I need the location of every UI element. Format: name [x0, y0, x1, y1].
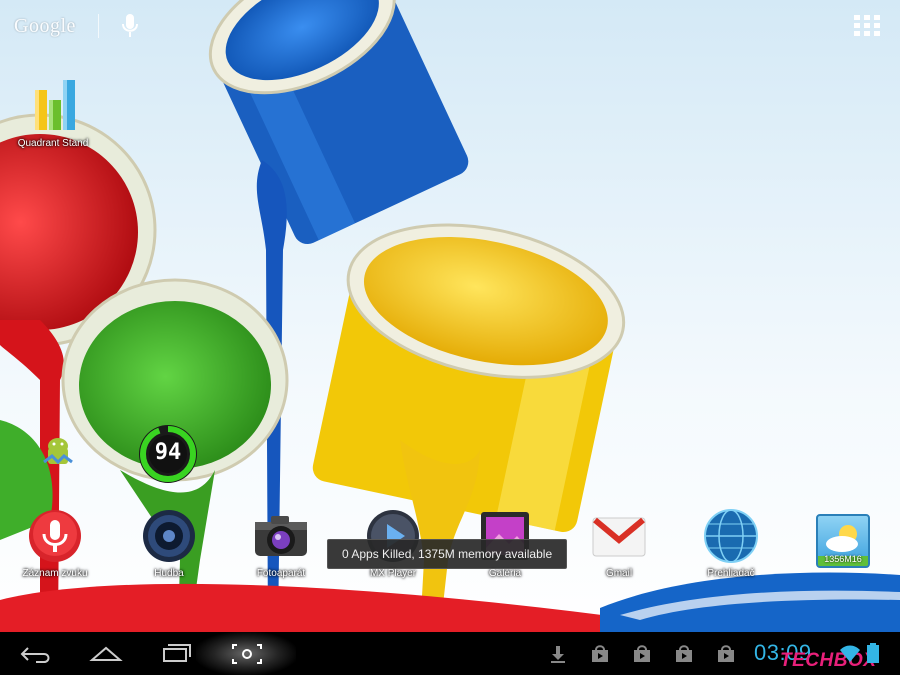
app-voice-recorder[interactable]: Záznam zvuku	[10, 508, 100, 579]
store-bag-icon[interactable]	[716, 644, 736, 664]
app-gmail[interactable]: Gmail	[574, 508, 664, 579]
system-navigation-bar: 03:09 TECHBOX	[0, 632, 900, 675]
store-bag-icon[interactable]	[590, 644, 610, 664]
app-quadrant-standard[interactable]: Quadrant Stand	[12, 76, 102, 149]
home-screen: Google Quadrant Stand 94 Záznam zvuku Hu…	[0, 0, 900, 675]
app-camera[interactable]: Fotoaparát	[236, 508, 326, 579]
app-label: MX Player	[369, 568, 417, 579]
camera-icon	[255, 516, 307, 556]
store-bag-icon[interactable]	[674, 644, 694, 664]
microphone-icon[interactable]	[119, 12, 141, 40]
bar-chart-icon	[35, 80, 75, 130]
app-label: Quadrant Stand	[17, 138, 89, 149]
home-icon[interactable]	[88, 640, 124, 668]
weather-badge-text: 1356M16	[824, 554, 862, 564]
recent-apps-icon[interactable]	[158, 640, 194, 668]
app-browser[interactable]: Prehliadač	[686, 508, 776, 579]
battery-level-widget[interactable]: 94	[136, 422, 200, 486]
battery-percent-text: 94	[154, 440, 182, 465]
all-apps-grid-icon[interactable]	[852, 12, 882, 38]
wifi-icon[interactable]	[838, 642, 862, 664]
app-music[interactable]: Hudba	[124, 508, 214, 579]
app-weather-widget[interactable]: 1356M16	[798, 514, 888, 568]
app-label: Galéria	[488, 568, 522, 579]
speaker-icon	[143, 510, 195, 562]
screenshot-icon[interactable]	[229, 640, 265, 668]
search-divider	[97, 14, 99, 38]
download-icon[interactable]	[548, 644, 568, 664]
gmail-icon	[592, 517, 646, 557]
app-label: Prehliadač	[707, 568, 755, 579]
app-label: Gmail	[605, 568, 633, 579]
app-label: Fotoaparát	[256, 568, 306, 579]
android-robot-icon[interactable]	[38, 432, 78, 472]
app-label: Hudba	[154, 568, 184, 579]
weather-icon: 1356M16	[816, 514, 870, 568]
google-logo[interactable]: Google	[14, 15, 76, 38]
google-search-bar[interactable]: Google	[14, 8, 141, 44]
globe-icon	[704, 509, 758, 563]
back-icon[interactable]	[18, 640, 54, 668]
battery-icon[interactable]	[866, 642, 880, 664]
app-label: Záznam zvuku	[22, 568, 88, 579]
microphone-icon	[29, 510, 81, 562]
store-bag-icon[interactable]	[632, 644, 652, 664]
toast-notification: 0 Apps Killed, 1375M memory available	[327, 539, 568, 569]
